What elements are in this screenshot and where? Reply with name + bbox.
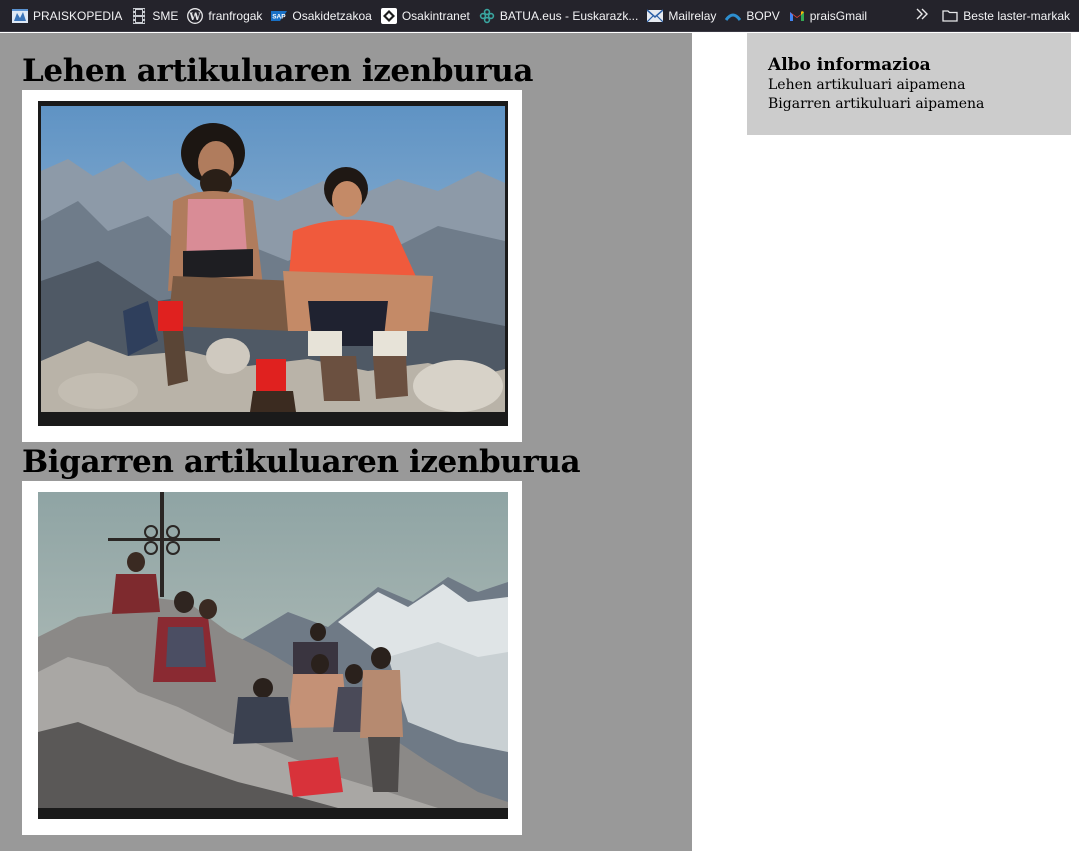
bookmark-label: praisGmail	[809, 8, 868, 23]
summit-group-photo	[38, 492, 508, 819]
svg-text:W: W	[189, 11, 202, 22]
bookmark-label: Osakidetzakoa	[292, 8, 372, 23]
bookmark-label: BATUA.eus - Euskarazk...	[499, 8, 639, 23]
bookmarks-bar: PRAISKOPEDIA SME W franfrogak SAP Osakid…	[0, 0, 1079, 32]
bookmarks-overflow-button[interactable]	[912, 6, 932, 26]
wiki-icon	[12, 8, 28, 24]
folder-icon	[942, 8, 958, 24]
article-photo-frame-2	[22, 481, 522, 835]
chevron-double-right-icon	[915, 8, 929, 23]
bookmark-batua[interactable]: BATUA.eus - Euskarazk...	[478, 3, 645, 29]
bookmark-mailrelay[interactable]: Mailrelay	[646, 3, 722, 29]
bookmark-praisgmail[interactable]: praisGmail	[788, 3, 873, 29]
bookmark-praiskopedia[interactable]: PRAISKOPEDIA	[11, 3, 128, 29]
svg-text:SAP: SAP	[273, 13, 287, 20]
gmail-icon	[789, 8, 805, 24]
aside-title: Albo informazioa	[768, 55, 931, 75]
bookmark-label: SME	[152, 8, 179, 23]
aside-item-1: Lehen artikuluari aipamena	[768, 77, 966, 93]
climbers-photo	[38, 101, 508, 426]
bookmark-osakidetzakoa[interactable]: SAP Osakidetzakoa	[270, 3, 377, 29]
bookmark-label: Osakintranet	[401, 8, 470, 23]
sap-icon: SAP	[271, 8, 288, 24]
main-content: Lehen artikuluaren izenburua Bigarren ar…	[0, 33, 692, 851]
article-photo-frame-1	[22, 90, 522, 442]
article-title-1: Lehen artikuluaren izenburua	[22, 53, 534, 89]
bookmark-label: PRAISKOPEDIA	[33, 8, 123, 23]
bookmark-label: Mailrelay	[668, 8, 717, 23]
other-bookmarks-folder[interactable]: Beste laster-markak	[942, 8, 1079, 24]
wordpress-icon: W	[187, 7, 204, 24]
bookmark-bopv[interactable]: BOPV	[724, 3, 785, 29]
bookmark-label: franfrogak	[208, 8, 263, 23]
film-strip-icon	[131, 7, 147, 24]
mail-icon	[646, 8, 664, 24]
aside-panel: Albo informazioa Lehen artikuluari aipam…	[747, 33, 1071, 135]
other-bookmarks-label: Beste laster-markak	[963, 8, 1070, 23]
bookmark-sme[interactable]: SME	[130, 3, 184, 29]
article-title-2: Bigarren artikuluaren izenburua	[22, 444, 581, 480]
osakintranet-icon	[380, 7, 397, 24]
aside-item-2: Bigarren artikuluari aipamena	[768, 96, 985, 112]
bookmark-label: BOPV	[746, 8, 780, 23]
bookmark-franfrogak[interactable]: W franfrogak	[186, 3, 268, 29]
bookmark-osakintranet[interactable]: Osakintranet	[380, 3, 476, 29]
bopv-icon	[725, 8, 742, 24]
batua-icon	[479, 8, 495, 24]
